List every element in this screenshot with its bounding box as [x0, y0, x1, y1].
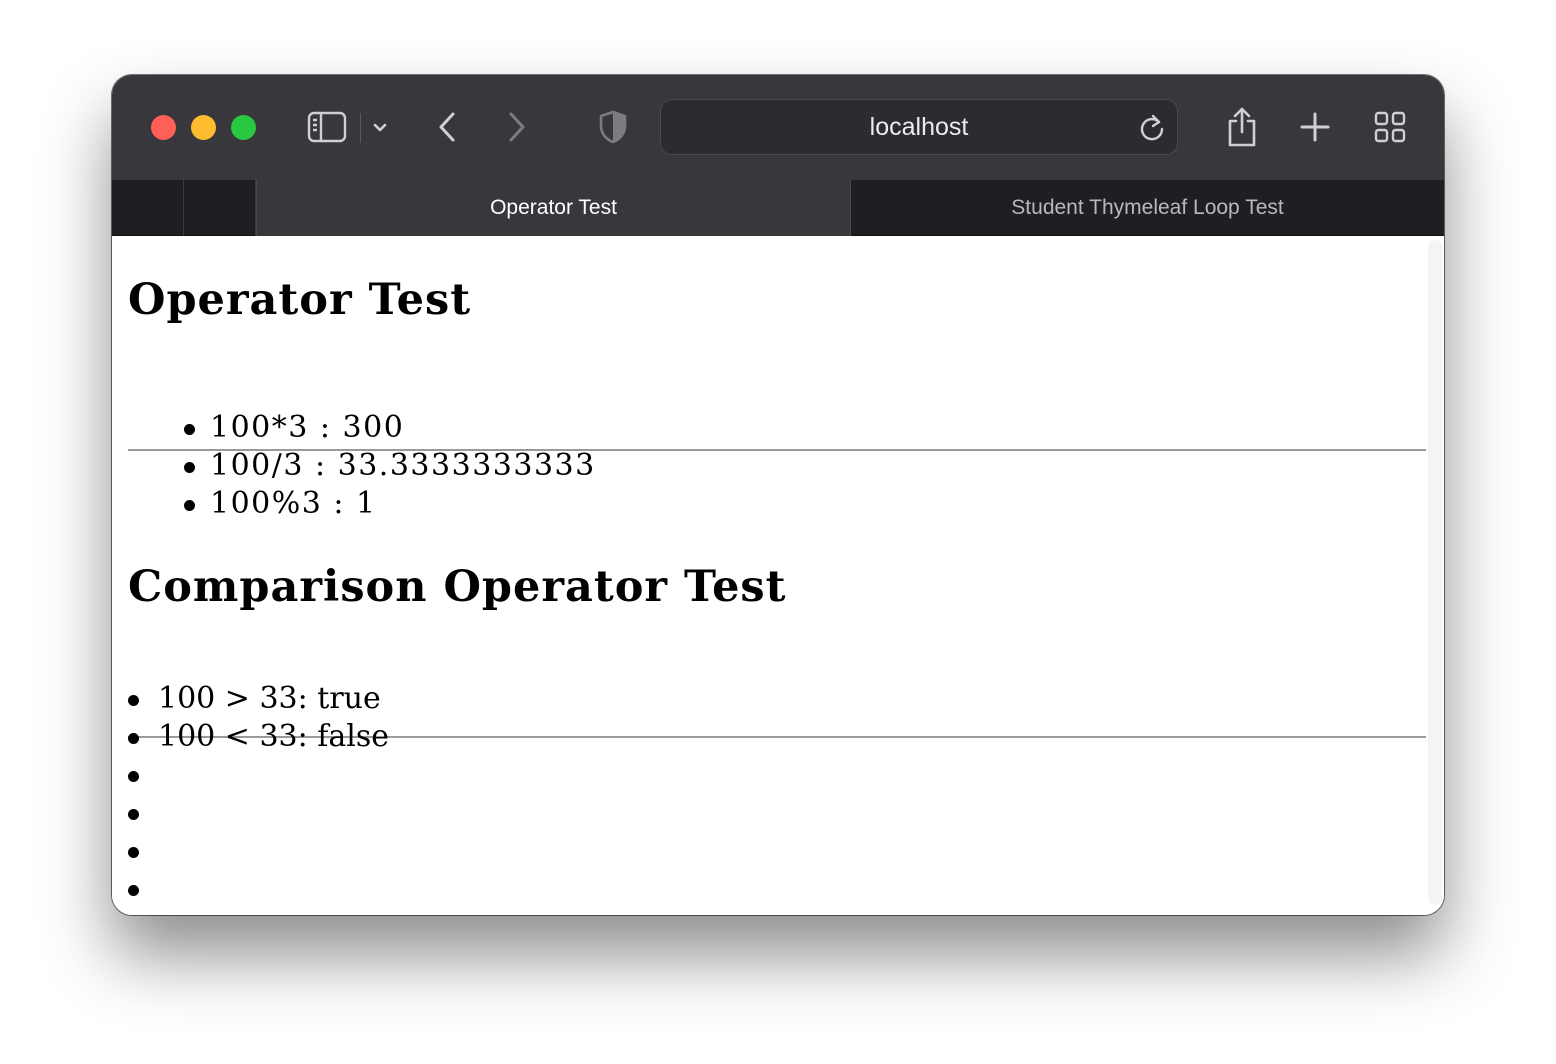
sidebar-icon[interactable] — [304, 109, 350, 145]
pinned-tab[interactable] — [112, 180, 184, 236]
list-item — [127, 832, 389, 870]
url-text[interactable]: localhost — [661, 100, 1177, 154]
grid-icon[interactable] — [1372, 109, 1408, 145]
minimize-window-button[interactable] — [191, 115, 216, 140]
tab-bar: Operator Test Student Thymeleaf Loop Tes… — [112, 180, 1444, 236]
address-bar[interactable]: localhost — [660, 99, 1178, 155]
browser-window: localhost Operator Test Student Thymelea… — [112, 75, 1444, 915]
reload-icon[interactable] — [1137, 112, 1167, 142]
tab-operator-test[interactable]: Operator Test — [256, 180, 851, 236]
close-window-button[interactable] — [151, 115, 176, 140]
list-item — [127, 870, 389, 908]
list-item: 100/3 : 33.3333333333 — [184, 448, 596, 483]
forward-arrow-icon[interactable] — [502, 109, 532, 145]
comparison-list: 100 > 33: true 100 < 33: false — [127, 680, 390, 908]
maximize-window-button[interactable] — [231, 115, 256, 140]
list-item — [127, 756, 389, 794]
vertical-scrollbar[interactable] — [1428, 240, 1442, 905]
page-heading-operator-test: Operator Test — [128, 275, 472, 325]
plus-icon[interactable] — [1298, 109, 1332, 145]
shield-icon[interactable] — [596, 109, 630, 145]
list-item: 100*3 : 300 — [184, 409, 596, 447]
list-item: 100 < 33: false — [127, 719, 390, 754]
toolbar-divider — [360, 113, 361, 143]
page-heading-comparison-operator-test: Comparison Operator Test — [128, 562, 787, 612]
chevron-down-icon[interactable] — [367, 115, 393, 141]
share-icon[interactable] — [1224, 105, 1260, 149]
list-item — [127, 794, 389, 832]
operator-list: 100*3 : 300 100/3 : 33.3333333333 100%3 … — [128, 409, 596, 523]
list-item: 100 > 33: true — [127, 680, 389, 718]
list-item: 100%3 : 1 — [184, 485, 596, 523]
page-content: Operator Test 100*3 : 300 100/3 : 33.333… — [112, 236, 1444, 915]
back-arrow-icon[interactable] — [432, 109, 462, 145]
browser-toolbar: localhost — [112, 75, 1444, 180]
tab-student-thymeleaf-loop-test[interactable]: Student Thymeleaf Loop Test — [851, 180, 1444, 236]
pinned-tab[interactable] — [184, 180, 256, 236]
